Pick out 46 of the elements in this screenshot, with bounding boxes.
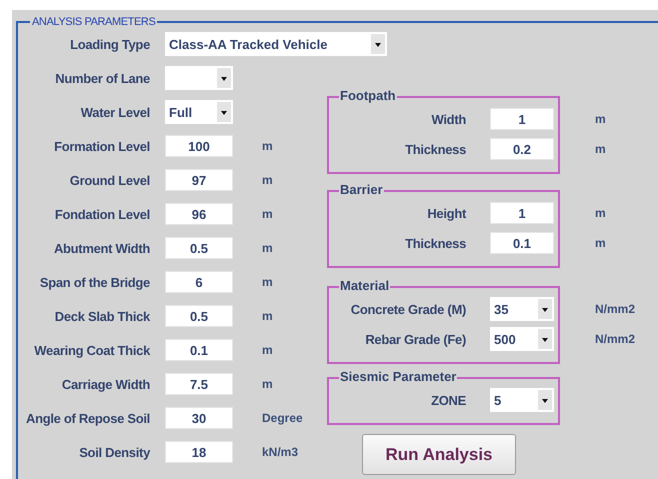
group-title: Material bbox=[339, 278, 390, 293]
input-field[interactable]: 1 bbox=[490, 202, 554, 224]
unit-label: m bbox=[262, 343, 273, 357]
unit-label: N/mm2 bbox=[595, 302, 636, 316]
dropdown[interactable]: Full bbox=[165, 100, 233, 124]
unit-label: kN/m3 bbox=[262, 445, 298, 459]
input-field[interactable]: 97 bbox=[165, 169, 233, 191]
input-field[interactable]: 96 bbox=[165, 203, 233, 225]
unit-label: m bbox=[262, 275, 273, 289]
caret-icon[interactable] bbox=[217, 102, 231, 122]
caret-icon[interactable] bbox=[538, 329, 552, 349]
dropdown[interactable]: 35 bbox=[490, 297, 554, 321]
input-field[interactable]: 6 bbox=[165, 271, 233, 293]
input-field[interactable]: 0.5 bbox=[165, 237, 233, 259]
input-field[interactable]: 0.2 bbox=[490, 138, 554, 160]
input-field[interactable]: 18 bbox=[165, 441, 233, 463]
unit-label: m bbox=[262, 173, 273, 187]
unit-label: m bbox=[595, 142, 606, 156]
unit-label: Degree bbox=[262, 411, 303, 425]
group-title: Barrier bbox=[339, 182, 384, 197]
unit-label: m bbox=[262, 377, 273, 391]
unit-label: m bbox=[595, 112, 606, 126]
caret-icon[interactable] bbox=[538, 390, 552, 410]
input-field[interactable]: 7.5 bbox=[165, 373, 233, 395]
dropdown[interactable]: 500 bbox=[490, 327, 554, 351]
input-field[interactable]: 0.1 bbox=[490, 232, 554, 254]
dropdown[interactable]: Class-AA Tracked Vehicle bbox=[165, 32, 387, 56]
input-field[interactable]: 100 bbox=[165, 135, 233, 157]
unit-label: m bbox=[595, 206, 606, 220]
input-field[interactable]: 0.5 bbox=[165, 305, 233, 327]
unit-label: m bbox=[595, 236, 606, 250]
dropdown[interactable]: 5 bbox=[490, 388, 554, 412]
unit-label: m bbox=[262, 207, 273, 221]
unit-label: m bbox=[262, 309, 273, 323]
group-title: Footpath bbox=[339, 88, 397, 103]
input-field[interactable]: 30 bbox=[165, 407, 233, 429]
input-field[interactable]: 0.1 bbox=[165, 339, 233, 361]
unit-label: m bbox=[262, 139, 273, 153]
unit-label: m bbox=[262, 241, 273, 255]
caret-icon[interactable] bbox=[538, 299, 552, 319]
group-title: Siesmic Parameter bbox=[339, 369, 458, 384]
caret-icon[interactable] bbox=[371, 34, 385, 54]
input-field[interactable]: 1 bbox=[490, 108, 554, 130]
caret-icon[interactable] bbox=[217, 68, 231, 88]
run-analysis-button[interactable]: Run Analysis bbox=[362, 434, 516, 475]
unit-label: N/mm2 bbox=[595, 332, 636, 346]
